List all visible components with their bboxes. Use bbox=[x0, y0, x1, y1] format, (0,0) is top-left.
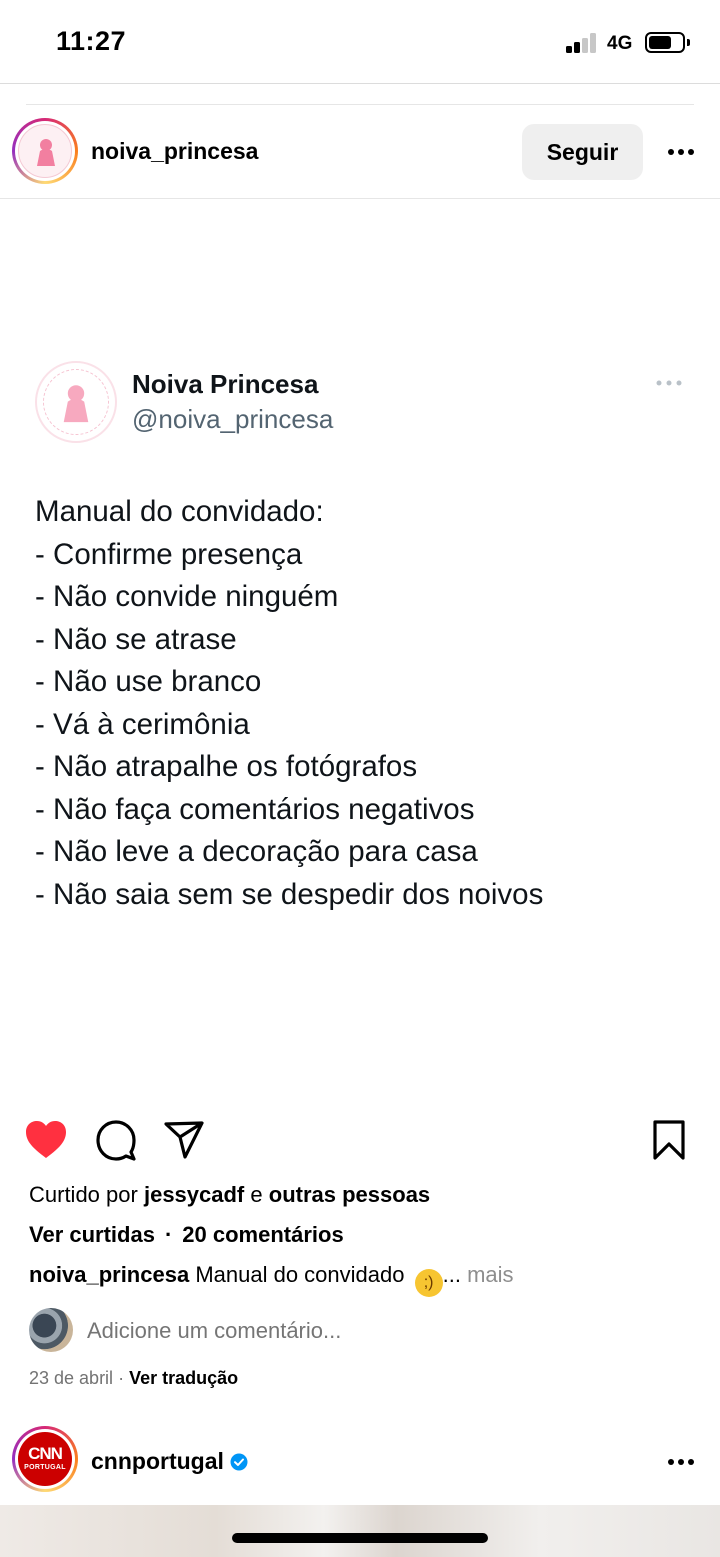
view-likes-link[interactable]: Ver curtidas bbox=[29, 1222, 155, 1247]
signal-strength-icon bbox=[566, 33, 600, 53]
post-date-row: 23 de abril · Ver tradução bbox=[29, 1368, 238, 1389]
verified-badge-icon bbox=[230, 1453, 248, 1471]
next-username-text: cnnportugal bbox=[91, 1448, 224, 1474]
add-comment-row bbox=[29, 1308, 689, 1354]
tweet-line: - Não faça comentários negativos bbox=[35, 792, 475, 826]
status-bar: 11:27 4G bbox=[0, 0, 720, 84]
tweet-line: - Confirme presença bbox=[35, 537, 303, 571]
post-username[interactable]: noiva_princesa bbox=[91, 138, 258, 165]
next-post-username[interactable]: cnnportugal bbox=[91, 1448, 248, 1475]
likes-summary[interactable]: Curtido por jessycadf e outras pessoas bbox=[29, 1182, 430, 1208]
action-bar bbox=[0, 1115, 720, 1167]
tweet-text: Manual do convidado: - Confirme presença… bbox=[35, 491, 695, 916]
home-indicator[interactable] bbox=[232, 1533, 488, 1543]
post-meta: Ver curtidas · 20 comentários bbox=[29, 1222, 344, 1248]
cnn-logo: CNN PORTUGAL bbox=[18, 1432, 72, 1486]
tweet-line: Manual do convidado: bbox=[35, 495, 324, 528]
tweet-line: - Não se atrase bbox=[35, 622, 237, 656]
caption-more-link[interactable]: mais bbox=[467, 1262, 513, 1287]
more-options-icon[interactable] bbox=[660, 134, 702, 170]
battery-fill bbox=[649, 36, 671, 49]
bride-silhouette-icon bbox=[37, 139, 55, 166]
caption[interactable]: noiva_princesa Manual do convidado ;)...… bbox=[29, 1262, 514, 1297]
tweet-display-name: Noiva Princesa bbox=[132, 369, 319, 399]
status-time: 11:27 bbox=[56, 26, 127, 56]
tweet-line: - Não saia sem se despedir dos noivos bbox=[35, 877, 544, 911]
story-ring[interactable]: CNN PORTUGAL bbox=[12, 1426, 78, 1492]
post-date: 23 de abril bbox=[29, 1368, 114, 1388]
heart-icon[interactable] bbox=[24, 1119, 68, 1161]
current-user-avatar bbox=[29, 1308, 73, 1352]
translate-link[interactable]: Ver tradução bbox=[129, 1368, 238, 1388]
cnn-logo-text: CNN bbox=[28, 1444, 63, 1463]
separator-dot: · bbox=[118, 1368, 130, 1388]
caption-text: Manual do convidado bbox=[195, 1262, 405, 1287]
tweet-more-icon bbox=[656, 380, 682, 386]
bookmark-icon[interactable] bbox=[652, 1119, 686, 1161]
caption-ellipsis: ... bbox=[442, 1262, 461, 1287]
tweet-handle: @noiva_princesa bbox=[132, 404, 334, 434]
likes-joiner: e bbox=[250, 1182, 263, 1207]
comment-input[interactable] bbox=[87, 1318, 607, 1344]
wink-emoji-icon: ;) bbox=[414, 1269, 443, 1297]
tweet-line: - Vá à cerimônia bbox=[35, 707, 250, 741]
battery-tip bbox=[687, 39, 690, 46]
caption-username[interactable]: noiva_princesa bbox=[29, 1262, 189, 1287]
separator-dot: · bbox=[164, 1222, 173, 1247]
tweet-line: - Não convide ninguém bbox=[35, 580, 339, 613]
comment-icon[interactable] bbox=[95, 1119, 137, 1161]
post-image[interactable]: Noiva Princesa @noiva_princesa Manual do… bbox=[0, 199, 720, 1099]
post-header: noiva_princesa Seguir bbox=[0, 110, 720, 196]
next-post-media[interactable] bbox=[0, 1505, 720, 1557]
follow-button[interactable]: Seguir bbox=[522, 124, 643, 180]
comments-link[interactable]: 20 comentários bbox=[182, 1222, 343, 1247]
battery-icon bbox=[645, 32, 685, 53]
avatar bbox=[18, 124, 72, 178]
liker-username[interactable]: jessycadf bbox=[144, 1182, 244, 1207]
bride-silhouette-icon bbox=[63, 385, 89, 423]
more-options-icon[interactable] bbox=[660, 1444, 702, 1480]
top-divider bbox=[0, 83, 720, 84]
network-label: 4G bbox=[607, 33, 633, 54]
tweet-line: - Não use branco bbox=[35, 665, 262, 698]
tweet-line: - Não atrapalhe os fotógrafos bbox=[35, 750, 418, 783]
likes-prefix: Curtido por bbox=[29, 1182, 138, 1207]
story-ring[interactable] bbox=[12, 118, 78, 184]
next-post-header: CNN PORTUGAL cnnportugal bbox=[0, 1422, 720, 1502]
likes-others[interactable]: outras pessoas bbox=[269, 1182, 430, 1207]
tweet-line: - Não leve a decoração para casa bbox=[35, 835, 478, 868]
header-divider bbox=[26, 104, 694, 105]
share-icon[interactable] bbox=[163, 1119, 205, 1161]
tweet-avatar bbox=[35, 361, 117, 443]
cnn-logo-subtext: PORTUGAL bbox=[24, 1464, 66, 1471]
